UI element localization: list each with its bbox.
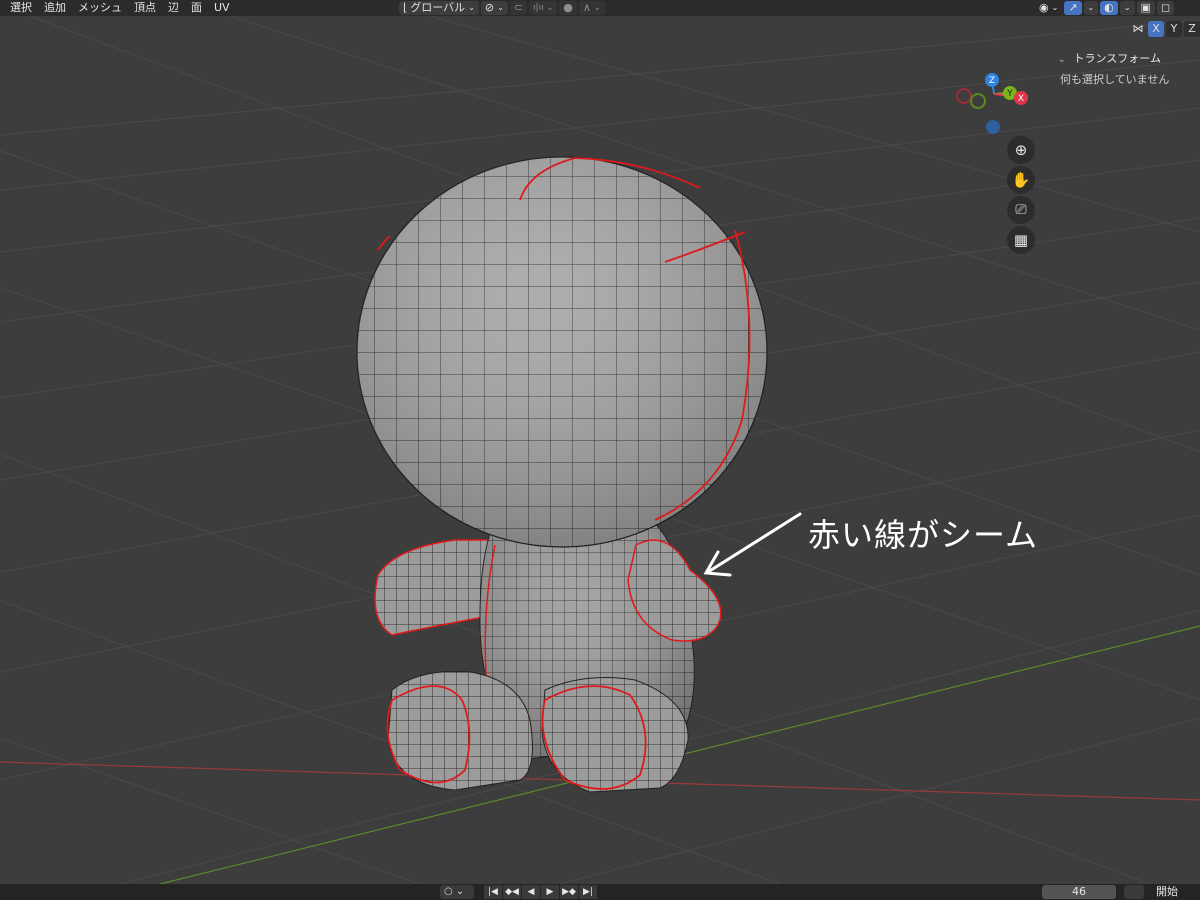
seam-annotation-label: 赤い線がシーム <box>808 516 1039 554</box>
current-frame-field[interactable]: 46 <box>1042 885 1116 899</box>
camera-view-button[interactable]: ⎚ <box>1007 196 1035 224</box>
eye-icon: ◉ <box>1039 1 1049 14</box>
snap-dropdown[interactable]: ı|ıı ⌄ <box>529 1 558 15</box>
chevron-down-icon: ⌄ <box>1087 3 1095 12</box>
chevron-down-icon: ⌄ <box>1123 3 1131 12</box>
gizmo-neg-x[interactable] <box>956 88 972 104</box>
camera-icon: ⎚ <box>1015 202 1027 218</box>
proportional-edit-toggle[interactable]: ● <box>559 1 577 15</box>
mirror-axis-toggles: ⋈ X Y Z <box>1130 21 1200 37</box>
prev-keyframe-button[interactable]: ◆◀ <box>503 885 521 899</box>
start-frame-label: 開始 <box>1156 885 1178 898</box>
menu-edge[interactable]: 辺 <box>162 0 185 16</box>
xray-icon: ▣ <box>1140 1 1151 14</box>
clock-icon[interactable] <box>1124 885 1144 899</box>
character-mesh[interactable] <box>356 156 768 793</box>
menu-mesh[interactable]: メッシュ <box>72 0 128 16</box>
left-arm-mesh <box>374 539 496 636</box>
mirror-z-toggle[interactable]: Z <box>1184 21 1200 37</box>
chevron-down-icon: ⌄ <box>497 3 504 12</box>
visibility-dropdown[interactable]: ◉ ⌄ <box>1035 1 1062 15</box>
magnet-icon: ⊂ <box>513 1 524 14</box>
orientation-icon: ⌊ <box>403 1 408 14</box>
gizmo-icon: ↗ <box>1068 1 1078 14</box>
snap-toggle[interactable]: ⊂ <box>509 1 528 15</box>
chevron-down-icon: ⌄ <box>1058 55 1066 65</box>
sidebar-transform-panel: ⌄ トランスフォーム 何も選択していません <box>1052 49 1200 91</box>
gizmo-x-label: X <box>1018 94 1024 104</box>
transform-orientation-dropdown[interactable]: ⌊ グローバル ⌄ <box>399 1 479 15</box>
editor-menu: 選択 追加 メッシュ 頂点 辺 面 UV <box>4 0 236 16</box>
xray-toggle[interactable]: ▣ <box>1136 1 1155 15</box>
keying-dropdown[interactable]: ○ ⌄ <box>440 885 474 899</box>
transform-orientation-group: ⌊ グローバル ⌄ ⊘ ⌄ ⊂ ı|ıı ⌄ ● ∧ ⌄ <box>398 0 606 16</box>
head-shade <box>357 157 767 547</box>
play-reverse-button[interactable]: ◀ <box>522 885 540 899</box>
orientation-label: グローバル <box>410 1 466 14</box>
mirror-x-toggle[interactable]: X <box>1148 21 1164 37</box>
gizmo-toggle[interactable]: ↗ <box>1064 1 1082 15</box>
transform-panel-header[interactable]: ⌄ トランスフォーム <box>1052 49 1200 69</box>
menu-uv[interactable]: UV <box>208 0 236 16</box>
jump-end-button[interactable]: ▶| <box>579 885 597 899</box>
chevron-down-icon: ⌄ <box>1051 3 1059 12</box>
annotation-arrow <box>703 512 802 577</box>
mirror-y-toggle[interactable]: Y <box>1166 21 1182 37</box>
shading-toggle[interactable]: ◻ <box>1156 1 1175 15</box>
proportional-edit-icon: ● <box>563 1 573 14</box>
pan-button[interactable]: ✋ <box>1007 166 1035 194</box>
viewport-header: 選択 追加 メッシュ 頂点 辺 面 UV ⌊ グローバル ⌄ ⊘ ⌄ ⊂ ı|ı… <box>0 0 1200 16</box>
grid-icon: ▦ <box>1013 231 1029 249</box>
chevron-down-icon: ⌄ <box>468 3 475 12</box>
chevron-down-icon: ⌄ <box>593 3 601 12</box>
overlay-icon: ◐ <box>1104 1 1114 14</box>
wireframe-shading-icon: ◻ <box>1160 1 1171 14</box>
keyframe-icon: ○ ⌄ <box>444 886 465 897</box>
gizmo-y-label: Y <box>1006 89 1013 99</box>
nothing-selected-message: 何も選択していません <box>1060 73 1170 86</box>
transform-panel-title: トランスフォーム <box>1073 52 1161 65</box>
snap-increment-icon: ı|ıı <box>533 3 544 13</box>
next-keyframe-button[interactable]: ▶◆ <box>560 885 578 899</box>
menu-add[interactable]: 追加 <box>38 0 72 16</box>
butterfly-icon: ⋈ <box>1132 22 1144 35</box>
left-foot-mesh <box>387 670 533 791</box>
gizmo-dropdown[interactable]: ⌄ <box>1083 1 1099 15</box>
overlay-toggle[interactable]: ◐ <box>1100 1 1118 15</box>
hand-icon: ✋ <box>1011 171 1031 189</box>
overlay-dropdown[interactable]: ⌄ <box>1119 1 1135 15</box>
gizmo-neg-z[interactable] <box>986 120 1000 134</box>
chevron-down-icon: ⌄ <box>546 3 554 12</box>
zoom-button[interactable]: ⊕ <box>1007 136 1035 164</box>
falloff-icon: ∧ <box>582 1 591 14</box>
play-button[interactable]: ▶ <box>541 885 559 899</box>
3d-viewport[interactable]: Z Y X ⊕ ✋ ⎚ ▦ 赤い線がシーム <box>0 16 1200 884</box>
menu-select[interactable]: 選択 <box>4 0 38 16</box>
viewport-overlay-group: ◉ ⌄ ↗ ⌄ ◐ ⌄ ▣ ◻ <box>1034 0 1175 16</box>
link-icon: ⊘ <box>484 1 495 14</box>
gizmo-z-label: Z <box>989 76 995 86</box>
gizmo-neg-y[interactable] <box>970 93 986 109</box>
falloff-dropdown[interactable]: ∧ ⌄ <box>578 1 605 15</box>
zoom-icon: ⊕ <box>1014 141 1028 159</box>
timeline-bar: ○ ⌄ |◀ ◆◀ ◀ ▶ ▶◆ ▶| 46 開始 <box>0 884 1200 900</box>
perspective-toggle-button[interactable]: ▦ <box>1007 226 1035 254</box>
jump-start-button[interactable]: |◀ <box>484 885 502 899</box>
playback-controls: |◀ ◆◀ ◀ ▶ ▶◆ ▶| <box>484 885 597 899</box>
pivot-dropdown[interactable]: ⊘ ⌄ <box>480 1 508 15</box>
menu-face[interactable]: 面 <box>185 0 208 16</box>
menu-vertex[interactable]: 頂点 <box>128 0 162 16</box>
